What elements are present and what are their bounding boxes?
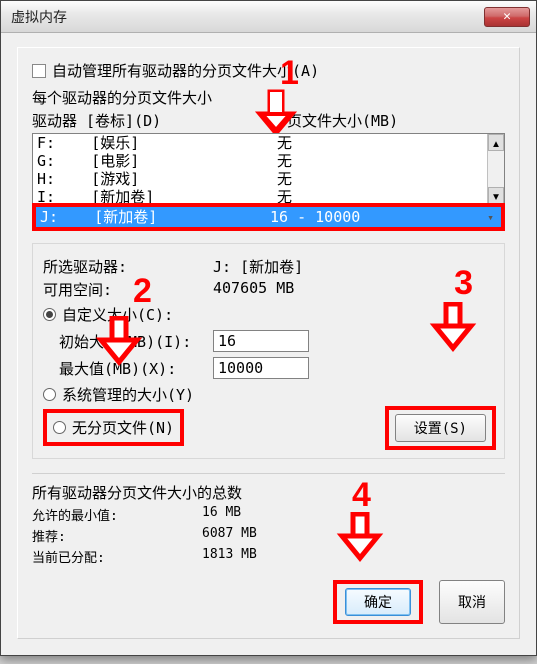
auto-manage-checkbox[interactable] (32, 64, 46, 78)
size-group: 2 所选驱动器: J: [新加卷] 可用空间: 407605 MB 自定义大小(… (32, 243, 505, 459)
drive-row[interactable]: F: [娱乐] 无 (33, 134, 504, 152)
drive-list[interactable]: F: [娱乐] 无 G: [电影] 无 H: [游戏] 无 I: [新加卷] 无 (32, 133, 505, 205)
dialog-button-row: 确定 取消 (32, 580, 505, 624)
chevron-down-icon[interactable]: ▾ (482, 207, 499, 227)
drive-row[interactable]: G: [电影] 无 (33, 152, 504, 170)
no-paging-label: 无分页文件(N) (72, 417, 174, 438)
selected-drive-kv: 所选驱动器: J: [新加卷] (43, 256, 494, 277)
totals-header: 所有驱动器分页文件大小的总数 (32, 482, 505, 503)
initial-size-input[interactable] (213, 330, 309, 352)
no-paging-highlight: 无分页文件(N) (43, 409, 184, 446)
content-panel: 1 3 自动管理所有驱动器的分页文件大小(A) 每个驱动器的分页文件大小 驱动器… (17, 47, 520, 639)
drive-row-selected[interactable]: J: [新加卷] 16 - 10000 (36, 207, 501, 227)
annotation-2-arrow-icon (95, 316, 143, 366)
system-managed-radio[interactable] (43, 388, 56, 401)
rec-kv: 推荐: 6087 MB (32, 526, 505, 545)
system-managed-label: 系统管理的大小(Y) (62, 384, 194, 405)
cur-kv: 当前已分配: 1813 MB (32, 547, 505, 566)
dialog-body: 1 3 自动管理所有驱动器的分页文件大小(A) 每个驱动器的分页文件大小 驱动器… (1, 33, 536, 655)
scroll-down-icon[interactable]: ▾ (488, 187, 504, 204)
window-title: 虚拟内存 (11, 7, 67, 27)
set-button-highlight: 设置(S) (385, 406, 496, 450)
drive-row[interactable]: H: [游戏] 无 (33, 170, 504, 188)
annotation-4: 4 (352, 476, 371, 515)
close-icon: ✕ (503, 9, 511, 24)
titlebar: 虚拟内存 ✕ (1, 1, 536, 33)
col-drive: 驱动器 [卷标](D) (32, 110, 272, 131)
scroll-up-icon[interactable]: ▴ (488, 134, 504, 151)
free-space-kv: 可用空间: 407605 MB (43, 279, 494, 300)
close-button[interactable]: ✕ (484, 7, 530, 27)
max-size-input[interactable] (213, 357, 309, 379)
no-paging-radio[interactable] (53, 421, 66, 434)
drive-list-scrollbar[interactable]: ▴ ▾ (487, 134, 504, 204)
no-paging-radio-row[interactable]: 无分页文件(N) (53, 417, 174, 438)
divider (32, 473, 505, 474)
virtual-memory-dialog: 虚拟内存 ✕ 1 3 自动管理所有驱动器的分页文件大小(A) 每个驱动器的分页文… (0, 0, 537, 656)
custom-size-radio[interactable] (43, 308, 56, 321)
system-managed-radio-row[interactable]: 系统管理的大小(Y) (43, 384, 494, 405)
scroll-track[interactable] (488, 151, 504, 187)
totals-group: 4 所有驱动器分页文件大小的总数 允许的最小值: 16 MB 推荐: 6087 … (32, 482, 505, 566)
cancel-button[interactable]: 取消 (439, 580, 505, 624)
min-kv: 允许的最小值: 16 MB (32, 505, 505, 524)
ok-button[interactable]: 确定 (345, 588, 411, 616)
annotation-4-arrow-icon (336, 512, 384, 562)
annotation-2: 2 (133, 272, 152, 311)
auto-manage-row[interactable]: 自动管理所有驱动器的分页文件大小(A) (32, 60, 505, 81)
annotation-1-arrow-icon (252, 88, 300, 138)
set-button[interactable]: 设置(S) (395, 414, 486, 442)
ok-button-highlight: 确定 (333, 580, 423, 624)
selected-drive-highlight: J: [新加卷] 16 - 10000 ▾ (32, 203, 505, 231)
